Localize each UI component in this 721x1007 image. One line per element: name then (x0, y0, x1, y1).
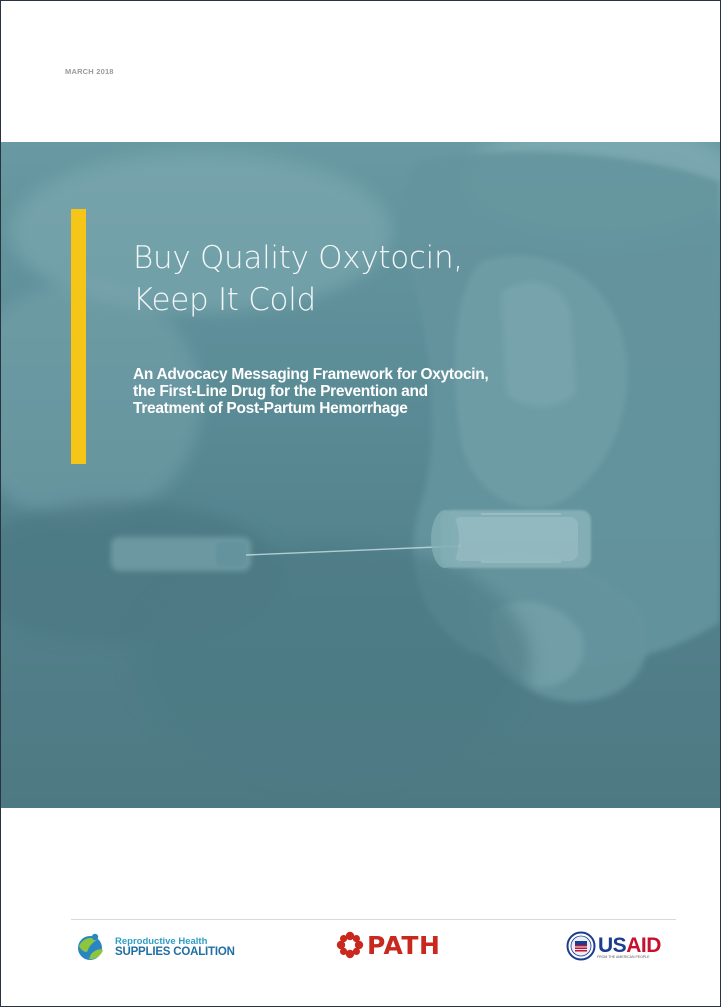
accent-bar (71, 209, 86, 464)
usaid-aid: AID (626, 934, 661, 957)
path-wordmark: PATH (367, 930, 441, 960)
usaid-logo: USAID FROM THE AMERICAN PEOPLE (566, 931, 661, 961)
rhsc-big-label: SUPPLIES COALITION (115, 946, 235, 958)
usaid-us: US (598, 934, 627, 957)
subtitle-line-1: An Advocacy Messaging Framework for Oxyt… (133, 366, 489, 383)
document-cover: MARCH 2018 Buy Quality Oxytocin, Keep It… (0, 0, 721, 1007)
logo-divider (71, 919, 676, 920)
publication-date: MARCH 2018 (65, 67, 114, 76)
path-logo: PATH (335, 930, 440, 960)
title-line-1: Buy Quality Oxytocin, (133, 240, 463, 276)
usaid-seal-icon (566, 931, 596, 961)
subtitle-line-2: the First-Line Drug for the Prevention a… (133, 383, 428, 400)
subtitle-line-3: Treatment of Post-Partum Hemorrhage (133, 400, 408, 417)
document-title: Buy Quality Oxytocin, Keep It Cold (133, 237, 613, 321)
rhsc-logo: Reproductive Health SUPPLIES COALITION (73, 932, 235, 962)
usaid-tagline: FROM THE AMERICAN PEOPLE (597, 955, 650, 959)
hero-photo-panel: Buy Quality Oxytocin, Keep It Cold An Ad… (1, 142, 720, 808)
path-flower-icon (336, 931, 364, 959)
document-subtitle: An Advocacy Messaging Framework for Oxyt… (133, 366, 653, 417)
rhsc-figure-icon (78, 933, 103, 960)
rhsc-text: Reproductive Health SUPPLIES COALITION (115, 936, 235, 958)
title-line-2: Keep It Cold (133, 282, 316, 318)
